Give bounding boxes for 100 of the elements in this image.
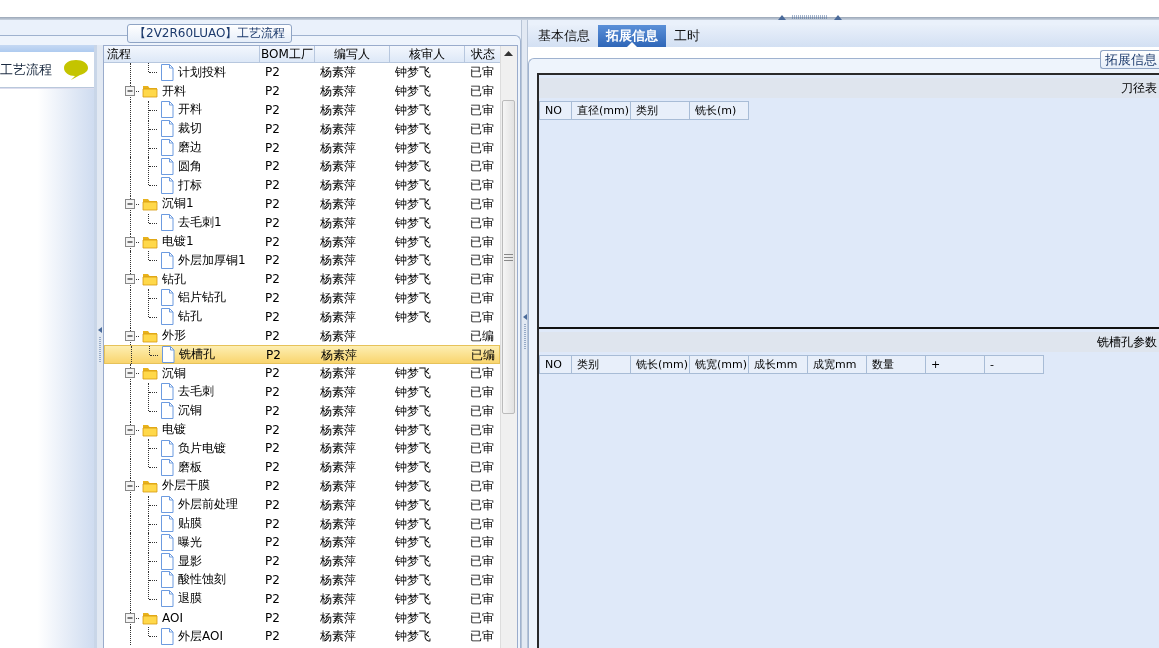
table-cell-text: 杨素萍 [319, 515, 357, 533]
column-header[interactable]: 成长mm [749, 355, 808, 374]
table-cell-text: 已审 [469, 534, 495, 552]
table-cell-text: 已审 [469, 496, 495, 514]
grid-row[interactable]: 外层前处理 P2 杨素萍 钟梦飞 已审 [104, 495, 500, 515]
column-header[interactable]: 铣长(m) [690, 101, 749, 120]
collapse-icon[interactable] [125, 368, 135, 379]
tab[interactable]: 拓展信息 [598, 25, 666, 47]
tab[interactable]: 基本信息 [530, 25, 598, 47]
table-cell-text: P2 [264, 534, 281, 552]
column-header[interactable]: 直径(mm) [572, 101, 631, 120]
table-cell-text: 已审 [469, 402, 495, 420]
table-cell-text: 已审 [469, 195, 495, 213]
grid-row[interactable]: 打标 P2 杨素萍 钟梦飞 已审 [104, 175, 500, 195]
process-name: 钻孔 [162, 270, 186, 288]
grid-row[interactable]: 去毛刺 P2 杨素萍 钟梦飞 已审 [104, 382, 500, 402]
document-icon [160, 176, 174, 194]
document-icon [160, 571, 174, 589]
grid-row[interactable]: 铝片钻孔 P2 杨素萍 钟梦飞 已审 [104, 288, 500, 308]
grid-row[interactable]: 沉铜 P2 杨素萍 钟梦飞 已审 [104, 363, 500, 383]
column-header[interactable]: 类别 [572, 355, 631, 374]
collapse-icon[interactable] [125, 424, 135, 435]
column-header[interactable]: 流程 [104, 46, 260, 62]
column-header[interactable]: + [926, 355, 985, 374]
grid-row[interactable]: 裁切 P2 杨素萍 钟梦飞 已审 [104, 119, 500, 139]
table-cell-text: 钟梦飞 [394, 289, 432, 307]
tab[interactable]: 工时 [666, 25, 708, 47]
table-cell-text: P2 [264, 553, 281, 571]
table-cell-text: 已审 [469, 102, 495, 119]
column-header[interactable]: NO [539, 355, 572, 374]
grid-row[interactable]: 酸性蚀刻 P2 杨素萍 钟梦飞 已审 [104, 570, 500, 590]
table-cell-text: 杨素萍 [319, 609, 357, 627]
grid-row[interactable]: 负片电镀 P2 杨素萍 钟梦飞 已审 [104, 438, 500, 458]
column-header[interactable]: NO [539, 101, 572, 120]
collapse-icon[interactable] [125, 86, 135, 97]
folder-icon [142, 422, 158, 437]
table-cell-text: 杨素萍 [319, 102, 357, 119]
grid-row[interactable]: 钻孔 P2 杨素萍 钟梦飞 已审 [104, 269, 500, 289]
grid-row[interactable]: 磨边 P2 杨素萍 钟梦飞 已审 [104, 138, 500, 157]
table-cell-text: 钟梦飞 [394, 120, 432, 138]
column-header[interactable]: 编写人 [315, 46, 390, 62]
scrollbar[interactable] [500, 46, 517, 648]
column-header[interactable]: 核审人 [390, 46, 465, 62]
grid-row[interactable]: 开料 P2 杨素萍 钟梦飞 已审 [104, 100, 500, 120]
column-header[interactable]: - [985, 355, 1044, 374]
process-name: 曝光 [178, 533, 202, 551]
collapse-icon[interactable] [125, 236, 135, 247]
grid-row[interactable]: 铣槽孔 P2 杨素萍 已编 [104, 344, 500, 364]
table-cell-text: P2 [264, 120, 281, 138]
grid-row[interactable]: 贴膜 P2 杨素萍 钟梦飞 已审 [104, 514, 500, 533]
grid-row[interactable]: 电镀1 P2 杨素萍 钟梦飞 已审 [104, 232, 500, 251]
grid-row[interactable]: 曝光 P2 杨素萍 钟梦飞 已审 [104, 532, 500, 552]
grid-row[interactable]: 外层加厚铜1 P2 杨素萍 钟梦飞 已审 [104, 250, 500, 270]
grid-row[interactable]: 去毛刺1 P2 杨素萍 钟梦飞 已审 [104, 213, 500, 233]
table-cell-text: 钟梦飞 [394, 609, 432, 627]
table-cell-text: P2 [264, 383, 281, 401]
column-header[interactable]: 成宽mm [808, 355, 867, 374]
table-cell-text: 杨素萍 [319, 421, 357, 439]
grid-row[interactable]: 外形 P2 杨素萍 已编 [104, 326, 500, 345]
table-cell-text: P2 [264, 628, 281, 646]
grid-row[interactable]: 电镀 P2 杨素萍 钟梦飞 已审 [104, 420, 500, 439]
table-cell-text: P2 [264, 177, 281, 195]
document-icon [160, 157, 174, 175]
grid-row[interactable]: AOI P2 杨素萍 钟梦飞 已审 [104, 608, 500, 627]
document-icon [160, 590, 174, 608]
table-cell-text: 钟梦飞 [394, 214, 432, 232]
grid-row[interactable]: 沉铜1 P2 杨素萍 钟梦飞 已审 [104, 194, 500, 214]
collapse-icon[interactable] [125, 330, 135, 341]
column-header[interactable]: 数量 [867, 355, 926, 374]
grid-row[interactable]: 磨板 P2 杨素萍 钟梦飞 已审 [104, 457, 500, 477]
collapse-icon[interactable] [125, 198, 135, 209]
table-cell-text: 杨素萍 [319, 327, 357, 345]
table-cell-text: 钟梦飞 [394, 553, 432, 571]
grid-row[interactable]: 外层AOI P2 杨素萍 钟梦飞 已审 [104, 626, 500, 646]
grid-row[interactable]: 开料 P2 杨素萍 钟梦飞 已审 [104, 81, 500, 101]
table-cell-text: P2 [264, 289, 281, 307]
grid-row[interactable]: 圆角 P2 杨素萍 钟梦飞 已审 [104, 157, 500, 176]
grid-row[interactable]: 沉铜 P2 杨素萍 钟梦飞 已审 [104, 401, 500, 421]
column-header[interactable]: 类别 [631, 101, 690, 120]
column-header[interactable]: BOM工厂 [260, 46, 315, 62]
folder-icon [142, 366, 158, 381]
column-header[interactable]: 铣长(mm) [631, 355, 690, 374]
table-cell-text: 钟梦飞 [394, 139, 432, 157]
collapse-icon[interactable] [125, 480, 135, 491]
collapse-icon[interactable] [125, 612, 135, 623]
folder-icon [142, 196, 158, 211]
grid-row[interactable]: 退膜 P2 杨素萍 钟梦飞 已审 [104, 589, 500, 609]
grid-row[interactable]: 外层干膜 P2 杨素萍 钟梦飞 已审 [104, 476, 500, 496]
sidebar-item[interactable]: 工艺流程 [0, 52, 94, 88]
column-header[interactable]: 铣宽(mm) [690, 355, 749, 374]
table-cell-text: 钟梦飞 [394, 590, 432, 608]
grid-row[interactable]: 显影 P2 杨素萍 钟梦飞 已审 [104, 551, 500, 571]
table-cell-text: P2 [264, 402, 281, 420]
scrollbar-thumb[interactable] [502, 100, 515, 414]
grid-row[interactable]: 钻孔 P2 杨素萍 钟梦飞 已审 [104, 307, 500, 327]
table-cell-text: 杨素萍 [319, 383, 357, 401]
group-title: 【2V2R60LUAO】工艺流程 [127, 24, 293, 43]
collapse-icon[interactable] [125, 274, 135, 285]
document-icon [160, 515, 174, 532]
grid-row[interactable]: 计划投料 P2 杨素萍 钟梦飞 已审 [104, 63, 500, 82]
